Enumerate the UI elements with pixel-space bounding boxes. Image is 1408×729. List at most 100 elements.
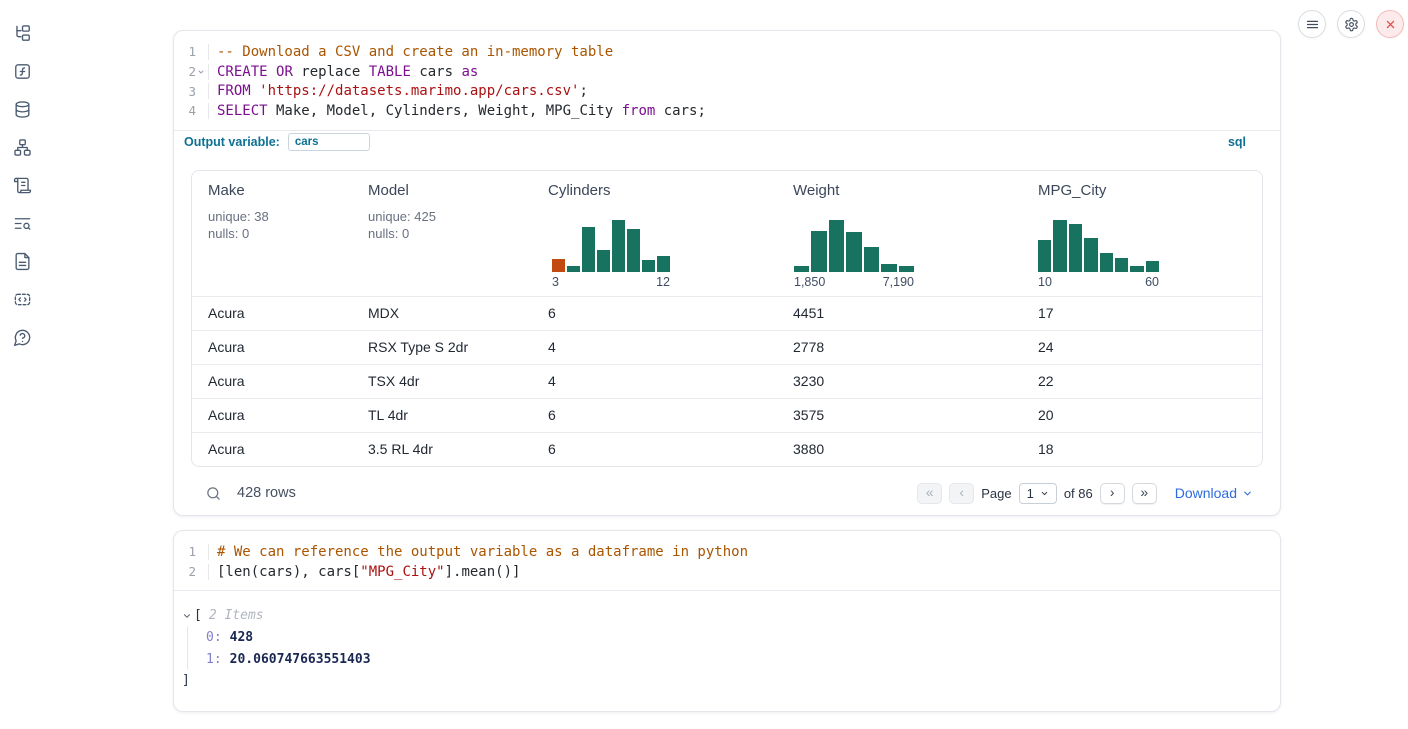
code-token: OR — [276, 64, 293, 80]
column-stat-unique: unique: 38 — [208, 208, 344, 225]
column-header-cylinders[interactable]: Cylinders 3 12 — [532, 171, 777, 296]
cell-make: Acura — [192, 339, 352, 355]
chevron-down-icon — [1040, 489, 1049, 498]
histogram-bar — [1038, 240, 1051, 272]
cell-model: MDX — [352, 305, 532, 321]
page-select[interactable]: 1 — [1019, 483, 1057, 504]
code-line: 2 CREATE OR replace TABLE cars as — [174, 62, 1280, 82]
sidebar-file-explorer-button[interactable] — [12, 23, 32, 43]
fold-chevron-icon[interactable] — [196, 68, 206, 76]
close-bracket: ] — [182, 673, 190, 688]
chevron-down-icon — [182, 611, 192, 621]
table-row[interactable]: Acura MDX 6 4451 17 — [192, 296, 1262, 330]
next-page-button[interactable]: › — [1100, 483, 1125, 504]
column-header-weight[interactable]: Weight 1,850 7,190 — [777, 171, 1022, 296]
python-cell: 1 # We can reference the output variable… — [173, 530, 1281, 712]
table-footer: 428 rows « ‹ Page 1 of 86 › » Download — [174, 467, 1280, 520]
code-token: replace — [293, 64, 369, 80]
open-bracket: [ — [194, 608, 202, 623]
sidebar-data-sources-button[interactable] — [12, 99, 32, 119]
code-token — [251, 83, 259, 99]
histogram-max-label: 7,190 — [883, 275, 914, 289]
table-row[interactable]: Acura TL 4dr 6 3575 20 — [192, 398, 1262, 432]
line-number: 1 — [174, 544, 196, 559]
table-row[interactable]: Acura RSX Type S 2dr 4 2778 24 — [192, 330, 1262, 364]
histogram-bars — [552, 220, 670, 272]
line-number: 3 — [174, 84, 196, 99]
column-title: Make — [208, 182, 344, 199]
line-number: 2 — [174, 64, 196, 79]
last-page-button[interactable]: » — [1132, 483, 1157, 504]
tree-root: [ 2 Items — [182, 605, 1262, 626]
page-total-label: of 86 — [1064, 486, 1093, 501]
cell-weight: 3230 — [777, 373, 1022, 389]
first-page-button[interactable]: « — [917, 483, 942, 504]
column-stat-nulls: nulls: 0 — [208, 225, 344, 242]
histogram-bar — [567, 266, 580, 272]
code-token: CREATE — [217, 64, 268, 80]
code-line: 2 [len(cars), cars["MPG_City"].mean()] — [174, 562, 1280, 582]
file-explorer-icon — [13, 24, 32, 43]
sidebar-dependency-graph-button[interactable] — [12, 137, 32, 157]
column-title: MPG_City — [1038, 182, 1254, 199]
cell-model: TL 4dr — [352, 407, 532, 423]
histogram-bar — [1084, 238, 1097, 271]
code-token: ].mean()] — [445, 564, 521, 580]
column-stat-nulls: nulls: 0 — [368, 225, 524, 242]
table-row[interactable]: Acura TSX 4dr 4 3230 22 — [192, 364, 1262, 398]
menu-button[interactable] — [1298, 10, 1326, 38]
list-item: 0: 428 — [206, 626, 1262, 648]
cell-model: TSX 4dr — [352, 373, 532, 389]
sidebar-help-button[interactable] — [12, 327, 32, 347]
line-number: 1 — [174, 44, 196, 59]
cell-model: RSX Type S 2dr — [352, 339, 532, 355]
menu-icon — [1305, 17, 1320, 32]
collapse-toggle[interactable] — [182, 611, 192, 621]
sidebar-scratchpad-button[interactable] — [12, 175, 32, 195]
gear-icon — [1344, 17, 1359, 32]
cell-model: 3.5 RL 4dr — [352, 441, 532, 457]
cell-mpg-city: 24 — [1022, 339, 1262, 355]
search-button[interactable] — [205, 485, 222, 502]
column-title: Cylinders — [548, 182, 769, 199]
output-variable-input[interactable] — [288, 133, 370, 151]
help-chat-icon — [13, 328, 32, 347]
python-editor[interactable]: 1 # We can reference the output variable… — [174, 531, 1280, 590]
cell-cylinders: 6 — [532, 407, 777, 423]
text-search-icon — [13, 214, 32, 233]
sidebar-documentation-button[interactable] — [12, 251, 32, 271]
cell-mpg-city: 22 — [1022, 373, 1262, 389]
cell-cylinders: 4 — [532, 373, 777, 389]
function-square-icon — [13, 62, 32, 81]
histogram-min-label: 3 — [552, 275, 559, 289]
cell-cylinders: 6 — [532, 441, 777, 457]
histogram-max-label: 12 — [656, 275, 670, 289]
column-header-model[interactable]: Model unique: 425 nulls: 0 — [352, 171, 532, 296]
code-token: cars — [411, 64, 462, 80]
column-header-mpg-city[interactable]: MPG_City 10 60 — [1022, 171, 1262, 296]
code-token: Make, Model, Cylinders, Weight, MPG_City — [268, 103, 622, 119]
histogram-bar — [597, 250, 610, 272]
histogram-bar — [1130, 266, 1143, 272]
cell-mpg-city: 20 — [1022, 407, 1262, 423]
download-button[interactable]: Download — [1175, 485, 1253, 501]
column-header-make[interactable]: Make unique: 38 nulls: 0 — [192, 171, 352, 296]
sidebar-functions-button[interactable] — [12, 61, 32, 81]
histogram-bar — [1053, 220, 1066, 272]
sidebar-logs-button[interactable] — [12, 213, 32, 233]
column-title: Weight — [793, 182, 1014, 199]
prev-page-button[interactable]: ‹ — [949, 483, 974, 504]
table-row[interactable]: Acura 3.5 RL 4dr 6 3880 18 — [192, 432, 1262, 466]
cell-make: Acura — [192, 373, 352, 389]
table-header: Make unique: 38 nulls: 0 Model unique: 4… — [192, 171, 1262, 296]
shutdown-button[interactable] — [1376, 10, 1404, 38]
settings-button[interactable] — [1337, 10, 1365, 38]
item-value: 20.060747663551403 — [230, 652, 371, 667]
chevron-down-icon — [1242, 488, 1253, 499]
sql-editor[interactable]: 1 -- Download a CSV and create an in-mem… — [174, 31, 1280, 130]
left-sidebar — [0, 0, 44, 729]
histogram-bar — [1115, 258, 1128, 272]
histogram-max-label: 60 — [1145, 275, 1159, 289]
sidebar-snippets-button[interactable] — [12, 289, 32, 309]
row-count: 428 rows — [237, 485, 296, 501]
